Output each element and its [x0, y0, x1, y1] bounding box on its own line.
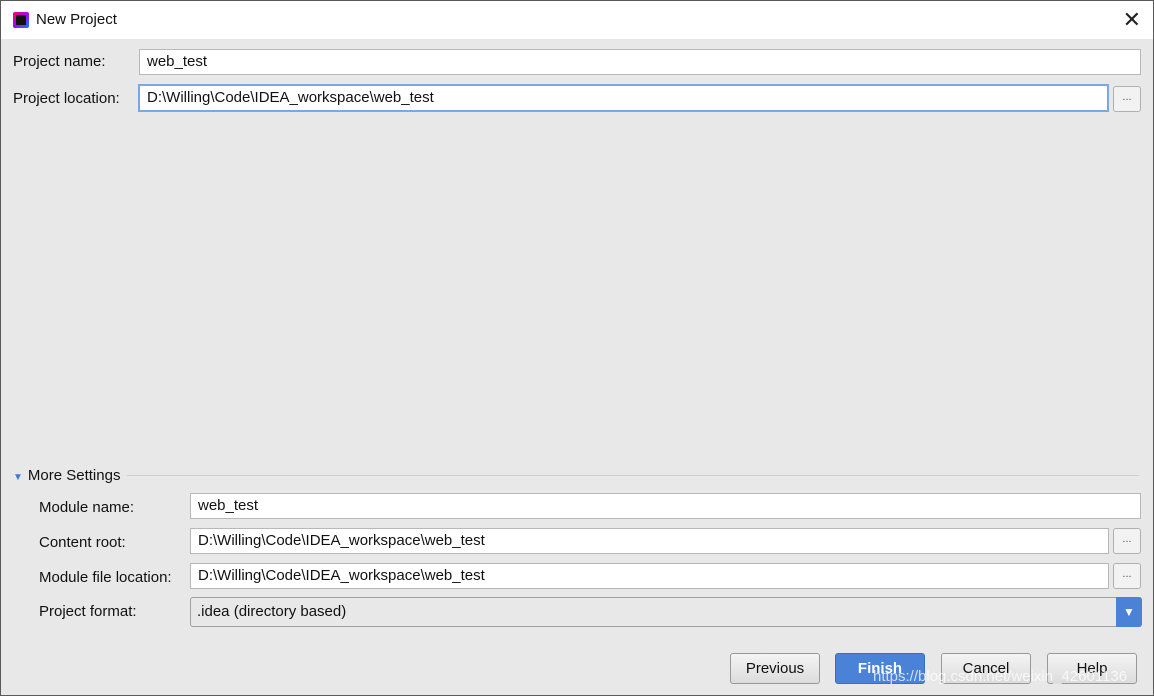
project-format-select[interactable]: .idea (directory based) ▼ [190, 597, 1142, 627]
more-settings-toggle[interactable]: ▼ More Settings [13, 467, 120, 484]
project-location-input[interactable]: D:\Willing\Code\IDEA_workspace\web_test [138, 84, 1109, 112]
title-bar: New Project ✕ [1, 1, 1153, 39]
content-root-label: Content root: [39, 534, 126, 551]
project-format-value: .idea (directory based) [197, 603, 347, 620]
project-format-label: Project format: [39, 603, 137, 620]
triangle-down-icon: ▼ [13, 472, 23, 483]
browse-content-root-button[interactable]: ... [1113, 528, 1141, 554]
content-root-input[interactable]: D:\Willing\Code\IDEA_workspace\web_test [190, 528, 1109, 554]
divider [127, 475, 1139, 476]
more-settings-label: More Settings [27, 467, 121, 484]
watermark: https://blog.csdn.net/weixin_42601136 [873, 668, 1128, 685]
project-location-label: Project location: [13, 90, 120, 107]
module-file-input[interactable]: D:\Willing\Code\IDEA_workspace\web_test [190, 563, 1109, 589]
dropdown-arrow-icon[interactable]: ▼ [1116, 597, 1142, 627]
module-file-label: Module file location: [39, 569, 172, 586]
intellij-logo-icon [13, 12, 29, 28]
module-name-label: Module name: [39, 499, 135, 516]
module-name-input[interactable]: web_test [190, 493, 1141, 519]
new-project-dialog: New Project ✕ Project name: web_test Pro… [0, 0, 1154, 696]
project-name-input[interactable]: web_test [139, 49, 1141, 75]
project-name-label: Project name: [13, 53, 106, 70]
dialog-title: New Project [36, 11, 117, 28]
previous-button[interactable]: Previous [730, 653, 820, 684]
browse-module-file-button[interactable]: ... [1113, 563, 1141, 589]
close-icon[interactable]: ✕ [1123, 7, 1141, 33]
browse-location-button[interactable]: ... [1113, 86, 1141, 112]
